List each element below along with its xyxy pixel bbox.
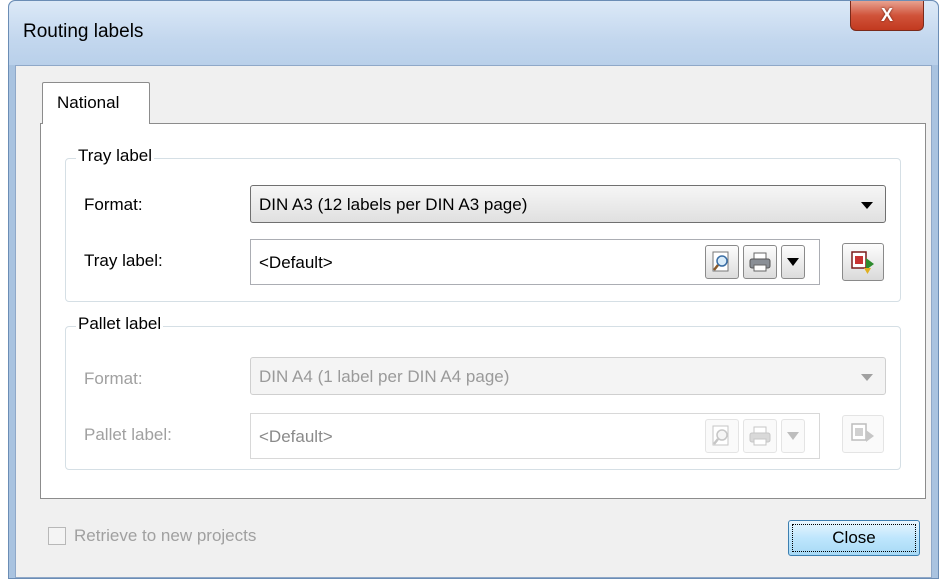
tab-panel-national: Tray label Format: DIN A3 (12 labels per… — [40, 123, 926, 499]
tray-print-options-button[interactable] — [781, 245, 805, 279]
printer-icon — [749, 426, 771, 446]
tray-import-button[interactable] — [842, 243, 884, 281]
tab-national-label: National — [57, 93, 120, 112]
close-icon: X — [880, 5, 893, 25]
tray-label-label: Tray label: — [84, 251, 163, 270]
tray-format-select[interactable]: DIN A3 (12 labels per DIN A3 page) — [250, 185, 886, 223]
tray-preview-button[interactable] — [705, 245, 739, 279]
pallet-format-select[interactable]: DIN A4 (1 label per DIN A4 page) — [250, 357, 886, 395]
pallet-format-label: Format: — [84, 369, 143, 388]
close-button-label: Close — [832, 528, 876, 547]
pallet-print-button[interactable] — [743, 419, 777, 453]
dropdown-arrow-icon — [787, 258, 799, 266]
pallet-preview-button[interactable] — [705, 419, 739, 453]
dropdown-arrow-icon — [787, 432, 799, 440]
window-title: Routing labels — [23, 21, 144, 42]
tray-print-button[interactable] — [743, 245, 777, 279]
window-close-button[interactable]: X — [850, 1, 924, 31]
dialog-window: Routing labels X National Tray label For… — [8, 0, 939, 579]
retrieve-checkbox-row[interactable]: Retrieve to new projects — [48, 526, 256, 546]
pallet-import-button[interactable] — [842, 415, 884, 453]
preview-icon — [712, 425, 729, 446]
chevron-down-icon — [861, 374, 873, 381]
dialog-client-area: National Tray label Format: DIN A3 (12 l… — [15, 65, 932, 578]
import-label-icon — [851, 423, 874, 442]
tray-label-value: <Default> — [259, 253, 333, 272]
tray-format-value: DIN A3 (12 labels per DIN A3 page) — [259, 195, 528, 214]
tray-label-group: Tray label Format: DIN A3 (12 labels per… — [65, 146, 901, 302]
pallet-label-value: <Default> — [259, 427, 333, 446]
pallet-format-value: DIN A4 (1 label per DIN A4 page) — [259, 367, 510, 386]
preview-icon — [712, 251, 729, 272]
printer-icon — [749, 252, 771, 272]
pallet-label-group: Pallet label Format: DIN A4 (1 label per… — [65, 314, 901, 470]
title-bar[interactable]: Routing labels X — [9, 1, 938, 65]
tray-group-title: Tray label — [76, 146, 155, 166]
pallet-group-title: Pallet label — [76, 314, 164, 334]
chevron-down-icon — [861, 202, 873, 209]
retrieve-checkbox[interactable] — [48, 527, 66, 545]
close-button[interactable]: Close — [788, 520, 920, 556]
tray-format-label: Format: — [84, 195, 143, 214]
retrieve-checkbox-label: Retrieve to new projects — [74, 526, 257, 545]
import-label-icon — [851, 251, 874, 274]
pallet-print-options-button[interactable] — [781, 419, 805, 453]
pallet-label-label: Pallet label: — [84, 425, 172, 444]
tray-label-field[interactable]: <Default> — [250, 239, 820, 285]
tab-national[interactable]: National — [42, 82, 150, 124]
pallet-label-field[interactable]: <Default> — [250, 413, 820, 459]
